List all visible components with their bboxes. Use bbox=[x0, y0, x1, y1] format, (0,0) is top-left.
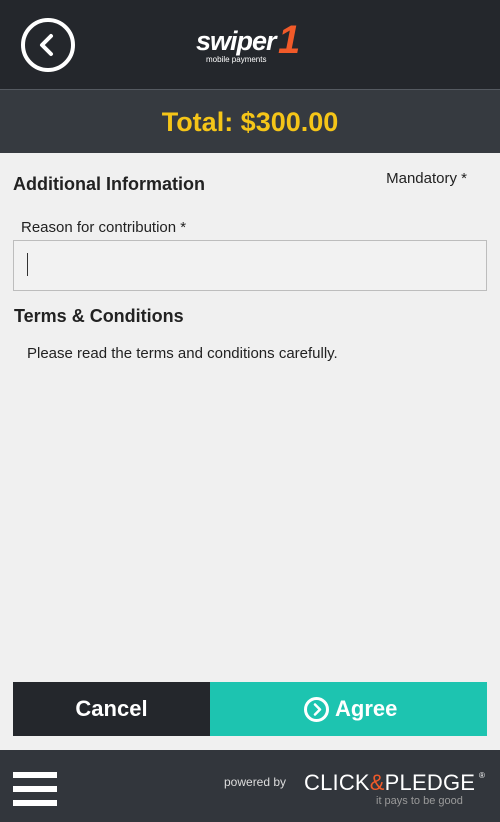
chevron-left-circle-icon bbox=[40, 34, 53, 56]
terms-text: Please read the terms and conditions car… bbox=[27, 345, 338, 362]
brand-ampersand: & bbox=[369, 770, 385, 795]
powered-by-label: powered by bbox=[224, 775, 287, 789]
additional-info-heading: Additional Information bbox=[13, 174, 205, 194]
mandatory-note: Mandatory * bbox=[386, 170, 467, 187]
hamburger-menu-icon[interactable] bbox=[13, 772, 57, 806]
cancel-button[interactable]: Cancel bbox=[13, 682, 210, 736]
click-pledge-logo: CLICK&PLEDGE bbox=[304, 770, 475, 796]
brand-tagline: it pays to be good bbox=[376, 795, 463, 807]
reason-label: Reason for contribution * bbox=[21, 219, 187, 236]
cancel-label: Cancel bbox=[75, 696, 148, 721]
total-bar: Total: $300.00 bbox=[0, 89, 500, 153]
swiper-logo: swiper 1 mobile payments bbox=[196, 20, 308, 68]
brand-part-1: CLICK bbox=[304, 770, 370, 795]
agree-label: Agree bbox=[335, 696, 398, 721]
bottom-bar: powered by CLICK&PLEDGE ® it pays to be … bbox=[0, 750, 500, 822]
logo-word: swiper bbox=[196, 26, 277, 56]
top-bar: swiper 1 mobile payments bbox=[0, 0, 500, 89]
brand-registered-mark: ® bbox=[479, 771, 485, 780]
total-amount: Total: $300.00 bbox=[161, 107, 339, 137]
logo-subtitle: mobile payments bbox=[206, 55, 267, 64]
logo-digit: 1 bbox=[278, 18, 301, 62]
text-cursor bbox=[27, 253, 28, 276]
agree-button[interactable]: Agree bbox=[210, 682, 487, 736]
chevron-right-circle-icon bbox=[304, 696, 329, 722]
agree-content: Agree bbox=[304, 682, 397, 736]
reason-input[interactable] bbox=[13, 240, 487, 291]
terms-heading: Terms & Conditions bbox=[14, 306, 184, 326]
brand-part-2: PLEDGE bbox=[384, 770, 476, 795]
back-button[interactable] bbox=[21, 18, 75, 72]
